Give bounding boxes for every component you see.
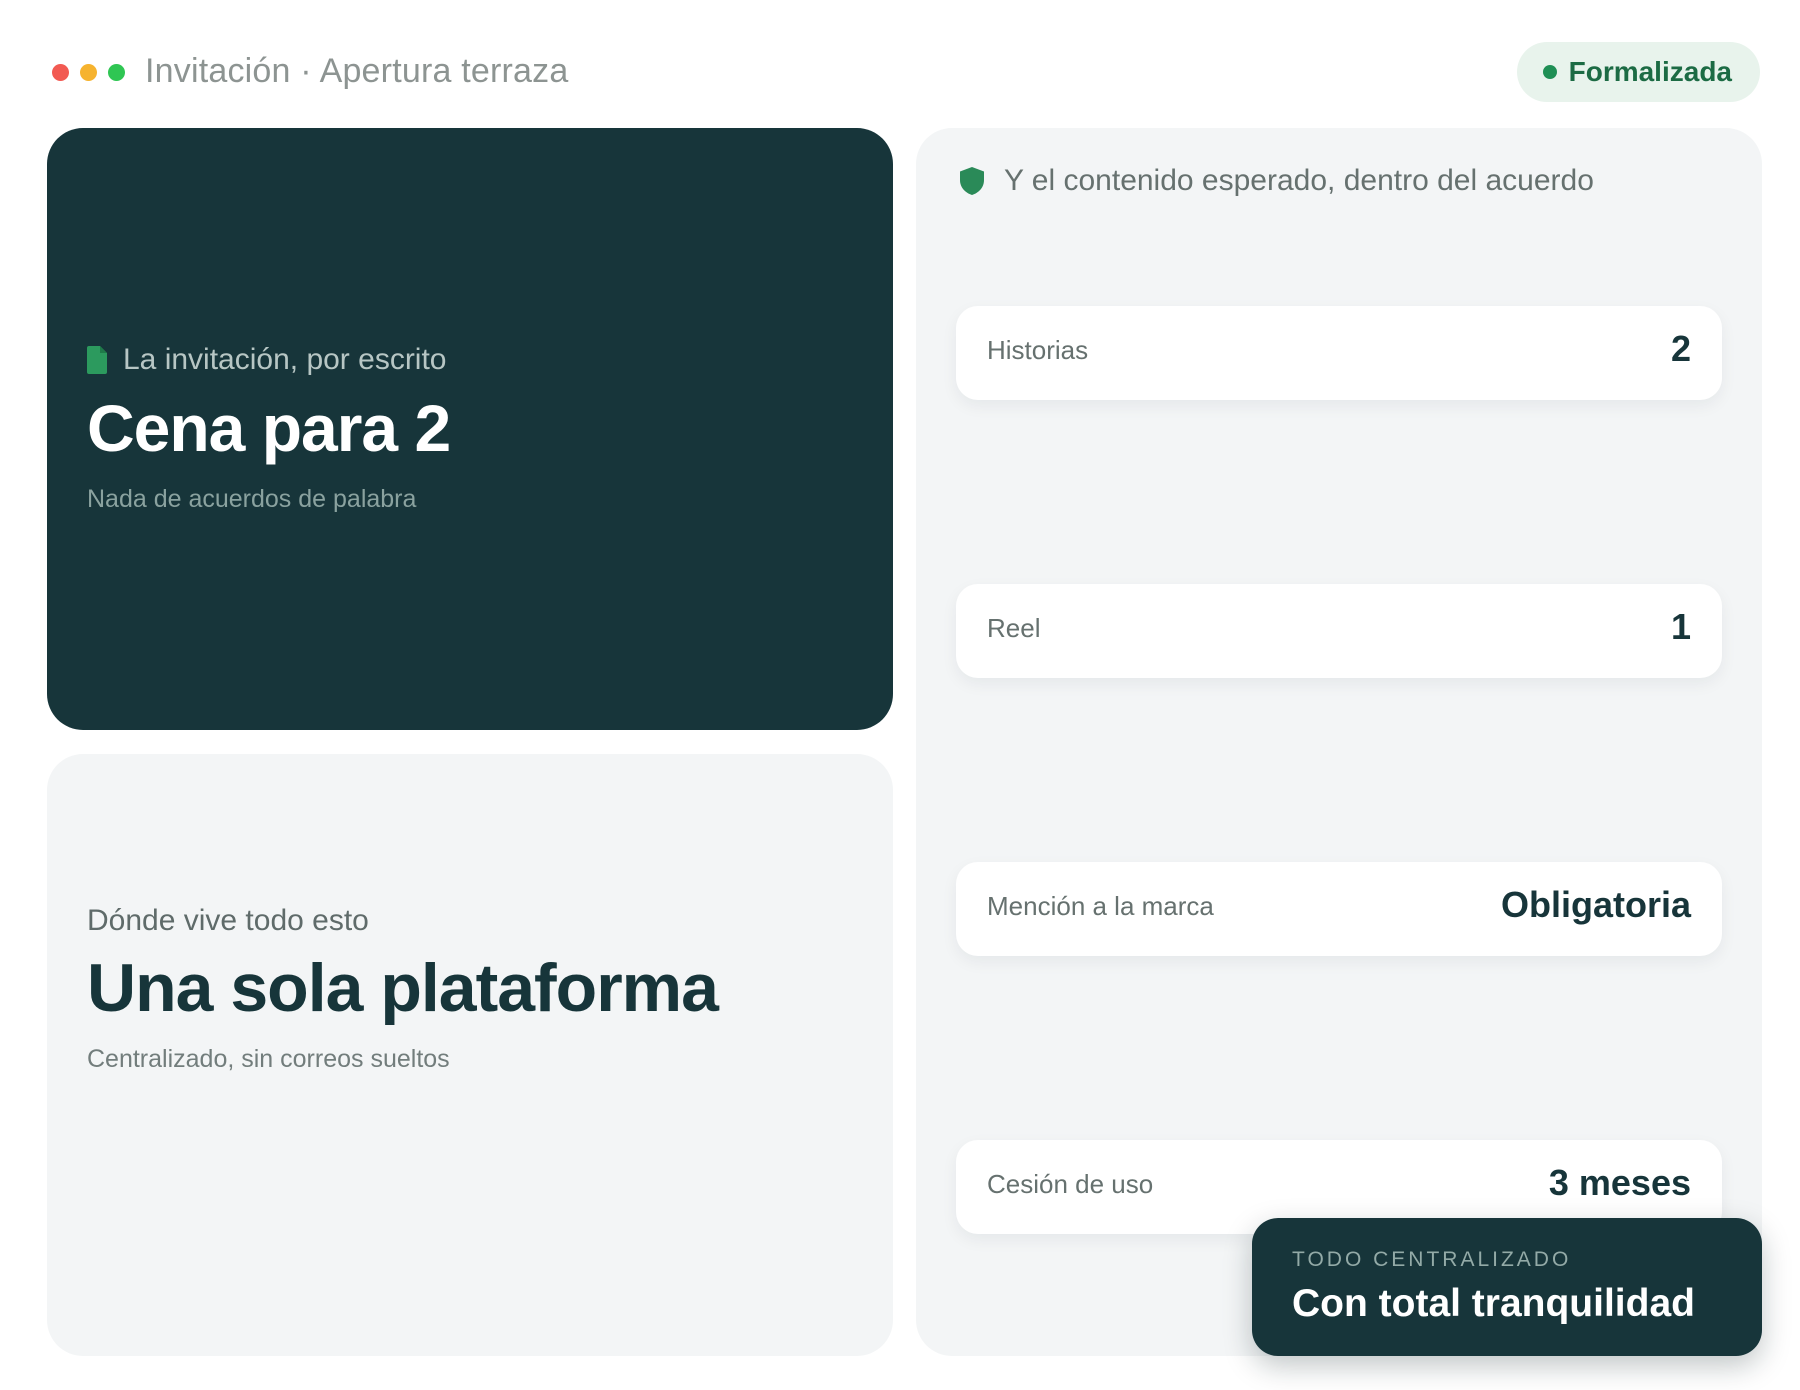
page: Invitación · Apertura terraza Formalizad… bbox=[0, 0, 1800, 1390]
minimize-window-dot[interactable] bbox=[80, 64, 97, 81]
deliverable-row-historias: Historias 2 bbox=[956, 306, 1722, 400]
deliverable-label: Cesión de uso bbox=[987, 1169, 1154, 1199]
shield-icon bbox=[960, 167, 984, 195]
toast-kicker: TODO CENTRALIZADO bbox=[1292, 1248, 1572, 1271]
invitation-subline: Nada de acuerdos de palabra bbox=[87, 485, 417, 513]
maximize-window-dot[interactable] bbox=[108, 64, 125, 81]
deliverables-title: Y el contenido esperado, dentro del acue… bbox=[1004, 164, 1594, 197]
deliverable-label: Historias bbox=[987, 335, 1089, 365]
deliverable-label: Mención a la marca bbox=[987, 891, 1214, 921]
deliverables-panel: Y el contenido esperado, dentro del acue… bbox=[916, 128, 1762, 1356]
deliverable-row-reel: Reel 1 bbox=[956, 584, 1722, 678]
traffic-lights bbox=[52, 64, 125, 81]
document-icon bbox=[87, 346, 107, 374]
deliverable-value: 2 bbox=[1670, 328, 1691, 369]
invitation-headline: Cena para 2 bbox=[87, 391, 451, 465]
deliverables-header: Y el contenido esperado, dentro del acue… bbox=[960, 164, 1594, 198]
toast-title: Con total tranquilidad bbox=[1292, 1282, 1695, 1325]
deliverable-value: 1 bbox=[1670, 606, 1691, 647]
platform-card: Dónde vive todo esto Una sola plataforma… bbox=[47, 754, 893, 1356]
window-topbar: Invitación · Apertura terraza Formalizad… bbox=[52, 42, 1760, 102]
status-badge: Formalizada bbox=[1516, 42, 1760, 102]
deliverable-label: Reel bbox=[987, 613, 1041, 643]
status-dot-icon bbox=[1542, 65, 1557, 79]
deliverable-row-mencion: Mención a la marca Obligatoria bbox=[956, 862, 1722, 956]
platform-headline: Una sola plataforma bbox=[87, 950, 719, 1026]
status-label: Formalizada bbox=[1568, 56, 1732, 87]
invitation-kicker-text: La invitación, por escrito bbox=[123, 343, 447, 376]
platform-subline: Centralizado, sin correos sueltos bbox=[87, 1045, 450, 1073]
centralized-toast: TODO CENTRALIZADO Con total tranquilidad bbox=[1252, 1218, 1762, 1356]
invitation-kicker: La invitación, por escrito bbox=[87, 343, 447, 377]
deliverable-value: Obligatoria bbox=[1500, 884, 1691, 925]
invitation-card: La invitación, por escrito Cena para 2 N… bbox=[47, 128, 893, 730]
window-title: Invitación · Apertura terraza bbox=[145, 52, 569, 90]
deliverable-value: 3 meses bbox=[1548, 1162, 1691, 1203]
platform-kicker: Dónde vive todo esto bbox=[87, 904, 369, 937]
close-window-dot[interactable] bbox=[52, 64, 69, 81]
